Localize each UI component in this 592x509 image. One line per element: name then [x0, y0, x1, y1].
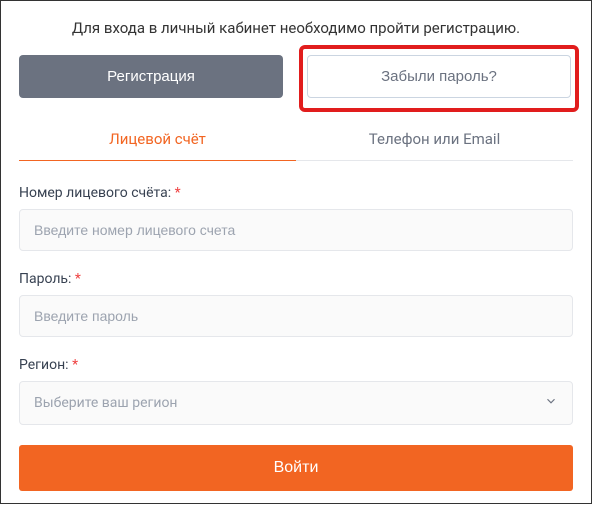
account-input[interactable]	[19, 209, 573, 251]
intro-text: Для входа в личный кабинет необходимо пр…	[19, 19, 573, 37]
forgot-password-button[interactable]: Забыли пароль?	[307, 55, 571, 98]
region-label-text: Регион:	[19, 357, 69, 373]
region-label: Регион: *	[19, 357, 573, 373]
account-label: Номер лицевого счёта: *	[19, 185, 573, 201]
password-field-group: Пароль: *	[19, 271, 573, 337]
password-label: Пароль: *	[19, 271, 573, 287]
region-placeholder: Выберите ваш регион	[34, 395, 178, 411]
chevron-down-icon	[544, 394, 558, 412]
submit-button[interactable]: Войти	[19, 445, 573, 491]
password-label-text: Пароль:	[19, 271, 71, 287]
top-button-row: Регистрация Забыли пароль?	[19, 55, 573, 98]
required-mark: *	[72, 357, 78, 373]
register-button[interactable]: Регистрация	[19, 55, 283, 98]
login-tabs: Лицевой счёт Телефон или Email	[19, 118, 573, 161]
account-field-group: Номер лицевого счёта: *	[19, 185, 573, 251]
required-mark: *	[75, 271, 81, 287]
forgot-highlight-box: Забыли пароль?	[299, 45, 579, 112]
required-mark: *	[175, 185, 181, 201]
tab-account[interactable]: Лицевой счёт	[19, 118, 296, 161]
tab-phone-email[interactable]: Телефон или Email	[296, 118, 573, 161]
region-field-group: Регион: * Выберите ваш регион	[19, 357, 573, 425]
account-label-text: Номер лицевого счёта:	[19, 185, 171, 201]
password-input[interactable]	[19, 295, 573, 337]
region-select[interactable]: Выберите ваш регион	[19, 381, 573, 425]
